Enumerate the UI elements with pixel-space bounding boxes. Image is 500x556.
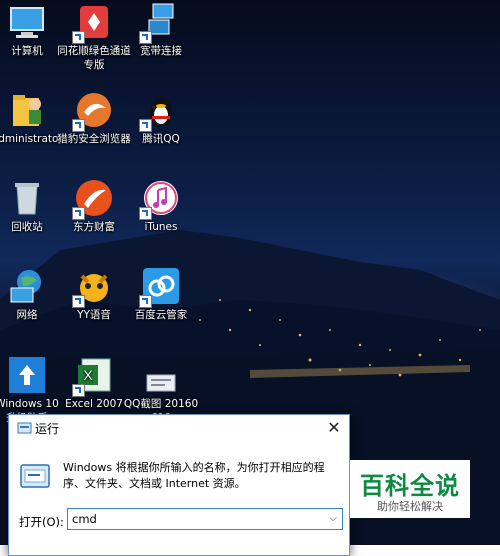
- network-globe-icon: [7, 266, 47, 306]
- chevron-down-icon[interactable]: ⌵: [324, 509, 342, 529]
- network-connection-icon: [139, 2, 181, 44]
- close-button[interactable]: ✕: [319, 415, 349, 441]
- cheetah-browser-icon: [72, 90, 114, 132]
- eastmoney-icon: [72, 178, 114, 220]
- watermark-brand: 百科全说: [360, 472, 460, 500]
- shortcut-arrow-icon: [72, 119, 85, 132]
- computer-icon: [7, 2, 47, 42]
- recycle-bin-icon: [7, 178, 47, 218]
- qq-penguin-icon: [139, 90, 181, 132]
- shortcut-arrow-icon: [72, 207, 85, 220]
- windows-upgrade-icon: [7, 355, 47, 395]
- open-combobox[interactable]: ⌵: [67, 508, 343, 530]
- open-command-input[interactable]: [72, 511, 312, 527]
- user-folder-icon: [7, 90, 47, 130]
- desktop-icon-qq[interactable]: 腾讯QQ: [121, 90, 201, 146]
- shortcut-arrow-icon: [72, 384, 85, 397]
- run-app-icon: [17, 422, 32, 434]
- poker-cards-icon: [72, 2, 114, 44]
- run-program-icon: [20, 464, 50, 488]
- shortcut-arrow-icon: [139, 119, 152, 132]
- yy-voice-icon: [72, 266, 114, 308]
- watermark-subtitle: 助你轻松解决: [377, 500, 443, 513]
- image-file-icon: [141, 355, 181, 395]
- run-dialog: 运行 ✕ Windows 将根据你所输入的名称，为你打开相应的程序、文件夹、文档…: [8, 414, 350, 556]
- shortcut-arrow-icon: [72, 295, 85, 308]
- run-dialog-titlebar[interactable]: 运行 ✕: [9, 415, 349, 441]
- itunes-icon: [139, 178, 181, 220]
- shortcut-arrow-icon: [139, 207, 152, 220]
- shortcut-arrow-icon: [139, 31, 152, 44]
- desktop-icon-baidu-cloud[interactable]: 百度云管家: [121, 266, 201, 322]
- watermark-logo: 百科全说 助你轻松解决: [350, 460, 470, 518]
- shortcut-arrow-icon: [72, 31, 85, 44]
- excel-icon: X: [72, 355, 114, 397]
- open-field-label: 打开(O):: [19, 515, 64, 529]
- run-dialog-description: Windows 将根据你所输入的名称，为你打开相应的程序、文件夹、文档或 Int…: [63, 461, 325, 490]
- desktop-icon-broadband[interactable]: 宽带连接: [121, 2, 201, 58]
- shortcut-arrow-icon: [139, 295, 152, 308]
- svg-text:X: X: [83, 367, 93, 383]
- desktop-icon-itunes[interactable]: iTunes: [121, 178, 201, 234]
- baidu-cloud-icon: [139, 266, 181, 308]
- run-dialog-title: 运行: [35, 422, 60, 436]
